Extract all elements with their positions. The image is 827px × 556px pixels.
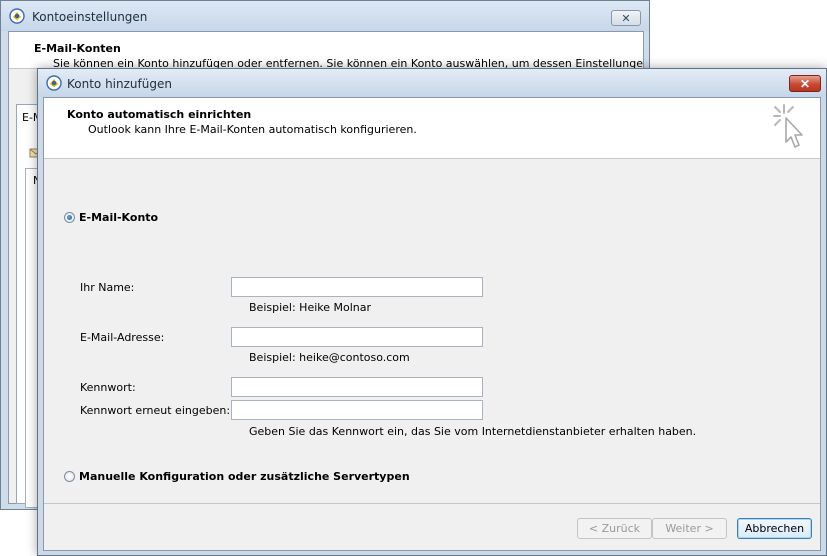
manual-config-radio[interactable] <box>64 471 75 482</box>
cursor-sparkle-icon <box>773 104 803 148</box>
next-button[interactable]: Weiter > <box>652 518 727 539</box>
add-account-title: Konto hinzufügen <box>67 77 172 91</box>
account-settings-title: Kontoeinstellungen <box>32 10 148 24</box>
outlook-icon <box>9 8 25 24</box>
manual-config-option-label[interactable]: Manuelle Konfiguration oder zusätzliche … <box>79 470 410 483</box>
account-settings-titlebar[interactable]: Kontoeinstellungen ✕ <box>1 1 649 31</box>
name-input[interactable] <box>231 277 483 297</box>
wizard-header: Konto automatisch einrichten Outlook kan… <box>44 98 820 159</box>
add-account-titlebar[interactable]: Konto hinzufügen ✕ <box>38 69 826 97</box>
account-settings-header: E-Mail-Konten Sie können ein Konto hinzu… <box>9 32 643 69</box>
account-settings-close-button[interactable]: ✕ <box>611 10 641 26</box>
email-hint: Beispiel: heike@contoso.com <box>249 351 410 364</box>
email-accounts-heading: E-Mail-Konten <box>34 42 121 55</box>
wizard-heading: Konto automatisch einrichten <box>67 108 252 121</box>
email-label: E-Mail-Adresse: <box>80 331 165 344</box>
add-account-close-button[interactable]: ✕ <box>789 75 821 92</box>
email-account-radio[interactable] <box>64 212 75 223</box>
add-account-dialog: Konto hinzufügen ✕ Konto automatisch ein… <box>37 68 827 556</box>
add-account-body: Konto automatisch einrichten Outlook kan… <box>43 97 821 551</box>
password-hint: Geben Sie das Kennwort ein, das Sie vom … <box>249 425 697 438</box>
password-repeat-input[interactable] <box>231 400 483 420</box>
password-label: Kennwort: <box>80 381 136 394</box>
password-repeat-label: Kennwort erneut eingeben: <box>80 404 231 417</box>
password-input[interactable] <box>231 377 483 397</box>
cancel-button[interactable]: Abbrechen <box>737 518 812 539</box>
wizard-description: Outlook kann Ihre E-Mail-Konten automati… <box>88 123 417 136</box>
name-hint: Beispiel: Heike Molnar <box>249 301 372 314</box>
email-input[interactable] <box>231 327 483 347</box>
footer-separator <box>44 503 820 504</box>
email-account-option-label[interactable]: E-Mail-Konto <box>79 211 158 224</box>
outlook-icon <box>46 75 62 91</box>
back-button[interactable]: < Zurück <box>577 518 652 539</box>
name-label: Ihr Name: <box>80 281 135 294</box>
